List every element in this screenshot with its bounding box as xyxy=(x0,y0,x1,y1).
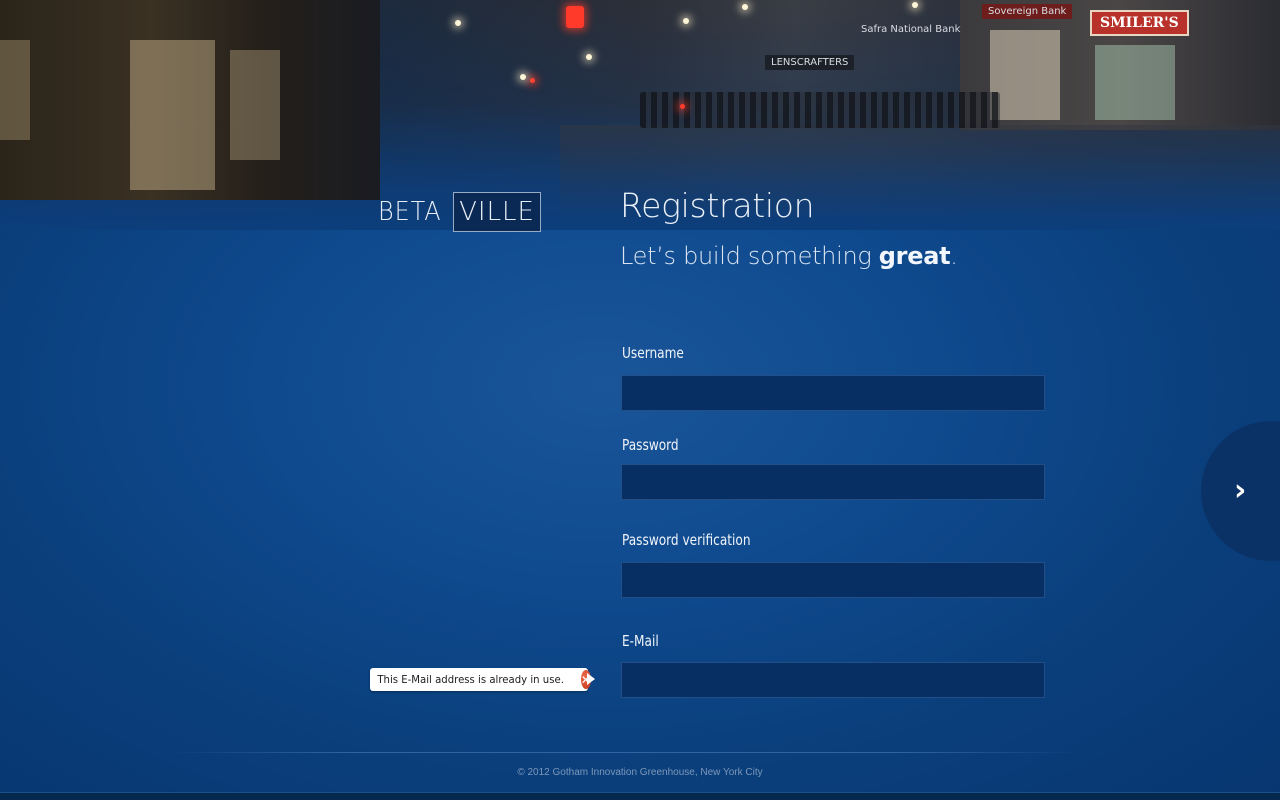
bank-sign: Safra National Bank xyxy=(861,24,961,35)
sovereign-sign: Sovereign Bank xyxy=(982,4,1073,19)
error-x-icon[interactable]: ✕ xyxy=(580,670,591,689)
left-window xyxy=(230,50,280,160)
tail-light xyxy=(530,78,535,83)
password-verification-label: Password verification xyxy=(622,531,751,549)
username-label: Username xyxy=(622,344,684,362)
crowd xyxy=(640,92,1000,128)
betaville-logo[interactable]: BETA VILLE xyxy=(378,192,541,232)
email-label: E-Mail xyxy=(622,632,659,650)
street-lamp xyxy=(520,74,526,80)
username-field[interactable] xyxy=(621,375,1045,411)
logo-ville-text: VILLE xyxy=(453,192,541,232)
page-title: Registration xyxy=(620,186,815,225)
footer-divider xyxy=(170,752,1080,753)
tagline-prefix: Let’s build something xyxy=(620,242,879,270)
street-lamp xyxy=(742,4,748,10)
email-error-message: This E-Mail address is already in use. xyxy=(377,673,564,686)
password-label: Password xyxy=(622,436,679,454)
traffic-light xyxy=(566,6,584,28)
right-window xyxy=(990,30,1060,120)
chevron-right-icon: › xyxy=(1234,473,1247,508)
tagline-emphasis: great xyxy=(878,242,951,270)
street-lamp xyxy=(455,20,461,26)
password-verification-field[interactable] xyxy=(621,562,1045,598)
street-lamp xyxy=(586,54,592,60)
tagline-suffix: . xyxy=(950,242,958,270)
copyright-text: © 2012 Gotham Innovation Greenhouse, New… xyxy=(517,767,763,778)
left-window xyxy=(0,40,30,140)
email-error-tooltip: This E-Mail address is already in use. ✕ xyxy=(370,668,595,691)
next-step-button[interactable]: › xyxy=(1201,421,1280,561)
street-lamp xyxy=(683,18,689,24)
smilers-sign: SMILER'S xyxy=(1090,10,1189,36)
logo-beta-text: BETA xyxy=(378,197,442,227)
tagline: Let’s build something great. xyxy=(620,242,958,270)
lenscrafters-sign: LENSCRAFTERS xyxy=(765,55,855,70)
tail-light xyxy=(680,104,685,109)
password-field[interactable] xyxy=(621,464,1045,500)
email-field[interactable] xyxy=(621,662,1045,698)
bottom-bar xyxy=(0,792,1280,800)
street-lamp xyxy=(912,2,918,8)
right-window xyxy=(1095,45,1175,120)
left-window xyxy=(130,40,215,190)
